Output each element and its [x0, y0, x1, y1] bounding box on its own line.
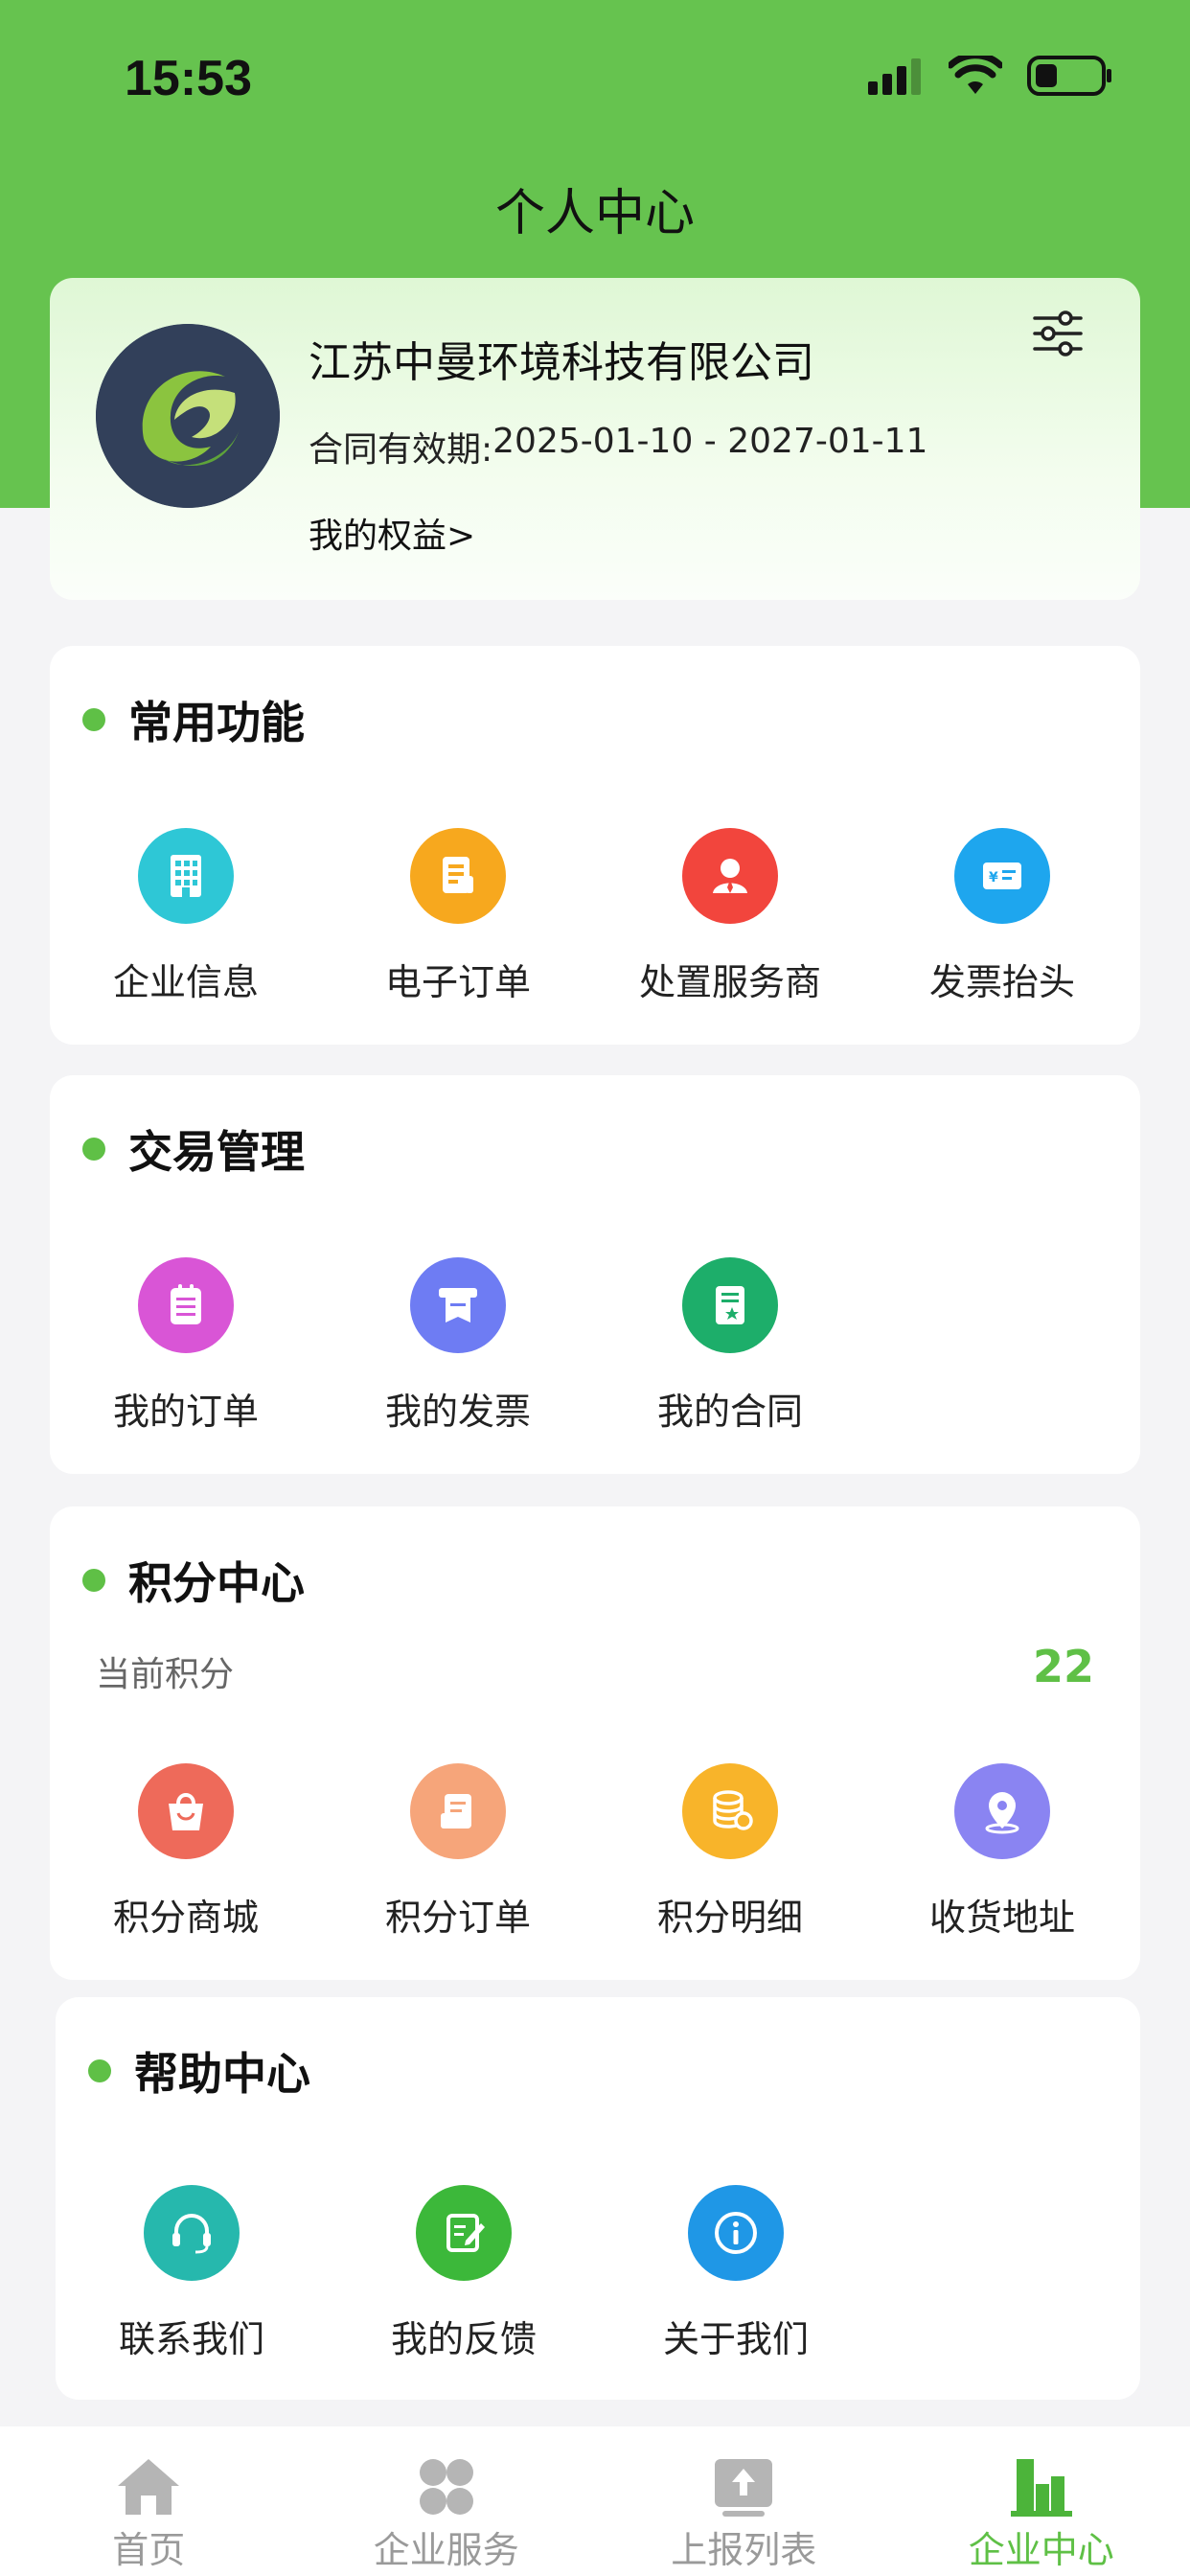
- battery-icon: [1027, 56, 1113, 100]
- signal-icon: [868, 57, 924, 99]
- contract-period: 合同有效期: 2025-01-10 - 2027-01-11: [309, 422, 927, 472]
- settings-button[interactable]: [1029, 305, 1087, 362]
- trade-management-section: 交易管理 我的订单 我的发票 我的合同: [50, 1075, 1140, 1474]
- my-contracts-button[interactable]: 我的合同: [594, 1257, 866, 1435]
- common-functions-section: 常用功能 企业信息 电子订单 处置服务商 ¥ 发票抬头: [50, 646, 1140, 1045]
- shopping-bag-icon: [138, 1763, 234, 1859]
- points-center-section: 积分中心 当前积分 22 积分商城 积分订单 积分明细 收货地址: [50, 1506, 1140, 1980]
- section-title: 常用功能: [128, 697, 305, 748]
- status-time: 15:53: [125, 51, 252, 106]
- wifi-icon: [947, 52, 1004, 100]
- sliders-icon: [1033, 310, 1083, 356]
- services-icon: [419, 2459, 473, 2515]
- location-icon: [954, 1763, 1050, 1859]
- invoice-title-button[interactable]: ¥ 发票抬头: [866, 828, 1138, 1005]
- contract-range: 2025-01-10 - 2027-01-11: [492, 422, 928, 461]
- page-title: 个人中心: [494, 185, 695, 242]
- company-logo-icon: [96, 324, 280, 508]
- section-title: 交易管理: [128, 1126, 305, 1178]
- points-details-button[interactable]: 积分明细: [594, 1763, 866, 1941]
- svg-text:¥: ¥: [989, 870, 998, 886]
- order-icon: [410, 1763, 506, 1859]
- enterprise-icon: [1010, 2459, 1072, 2517]
- profile-card[interactable]: 江苏中曼环境科技有限公司 合同有效期: 2025-01-10 - 2027-01…: [50, 278, 1140, 600]
- section-dot: [88, 2059, 111, 2082]
- company-name: 江苏中曼环境科技有限公司: [309, 338, 814, 387]
- section-dot: [82, 708, 105, 731]
- shipping-address-button[interactable]: 收货地址: [866, 1763, 1138, 1941]
- section-title: 帮助中心: [134, 2048, 310, 2100]
- receipt-icon: [410, 1257, 506, 1353]
- disposal-provider-button[interactable]: 处置服务商: [594, 828, 866, 1005]
- points-orders-button[interactable]: 积分订单: [322, 1763, 594, 1941]
- help-center-section: 帮助中心 联系我们 我的反馈 关于我们: [56, 1997, 1140, 2400]
- current-points-value: 22: [1032, 1641, 1094, 1692]
- document-icon: [410, 828, 506, 924]
- tab-enterprise-center[interactable]: 企业中心: [893, 2426, 1190, 2576]
- status-icons: [868, 52, 1113, 100]
- points-mall-button[interactable]: 积分商城: [50, 1763, 322, 1941]
- current-points-label: 当前积分: [96, 1655, 235, 1694]
- clipboard-icon: [138, 1257, 234, 1353]
- home-icon: [118, 2459, 180, 2515]
- headset-icon: [144, 2185, 240, 2281]
- my-orders-button[interactable]: 我的订单: [50, 1257, 322, 1435]
- my-feedback-button[interactable]: 我的反馈: [328, 2185, 600, 2362]
- about-us-button[interactable]: 关于我们: [600, 2185, 872, 2362]
- e-order-button[interactable]: 电子订单: [322, 828, 594, 1005]
- contact-us-button[interactable]: 联系我们: [56, 2185, 328, 2362]
- tab-home[interactable]: 首页: [0, 2426, 298, 2576]
- my-rights-link[interactable]: 我的权益>: [309, 508, 475, 558]
- company-avatar[interactable]: [96, 324, 280, 508]
- tab-report-list[interactable]: 上报列表: [595, 2426, 893, 2576]
- section-title: 积分中心: [128, 1557, 305, 1609]
- contract-label: 合同有效期:: [309, 430, 493, 470]
- my-invoices-button[interactable]: 我的发票: [322, 1257, 594, 1435]
- feedback-icon: [416, 2185, 512, 2281]
- upload-icon: [715, 2459, 773, 2517]
- info-icon: [688, 2185, 784, 2281]
- invoice-icon: ¥: [954, 828, 1050, 924]
- section-dot: [82, 1138, 105, 1161]
- coins-icon: [682, 1763, 778, 1859]
- person-icon: [682, 828, 778, 924]
- bottom-tab-bar: 首页 企业服务 上报列表 企业中心: [0, 2426, 1190, 2576]
- company-info-button[interactable]: 企业信息: [50, 828, 322, 1005]
- section-dot: [82, 1569, 105, 1592]
- building-icon: [138, 828, 234, 924]
- tab-enterprise-services[interactable]: 企业服务: [298, 2426, 596, 2576]
- contract-icon: [682, 1257, 778, 1353]
